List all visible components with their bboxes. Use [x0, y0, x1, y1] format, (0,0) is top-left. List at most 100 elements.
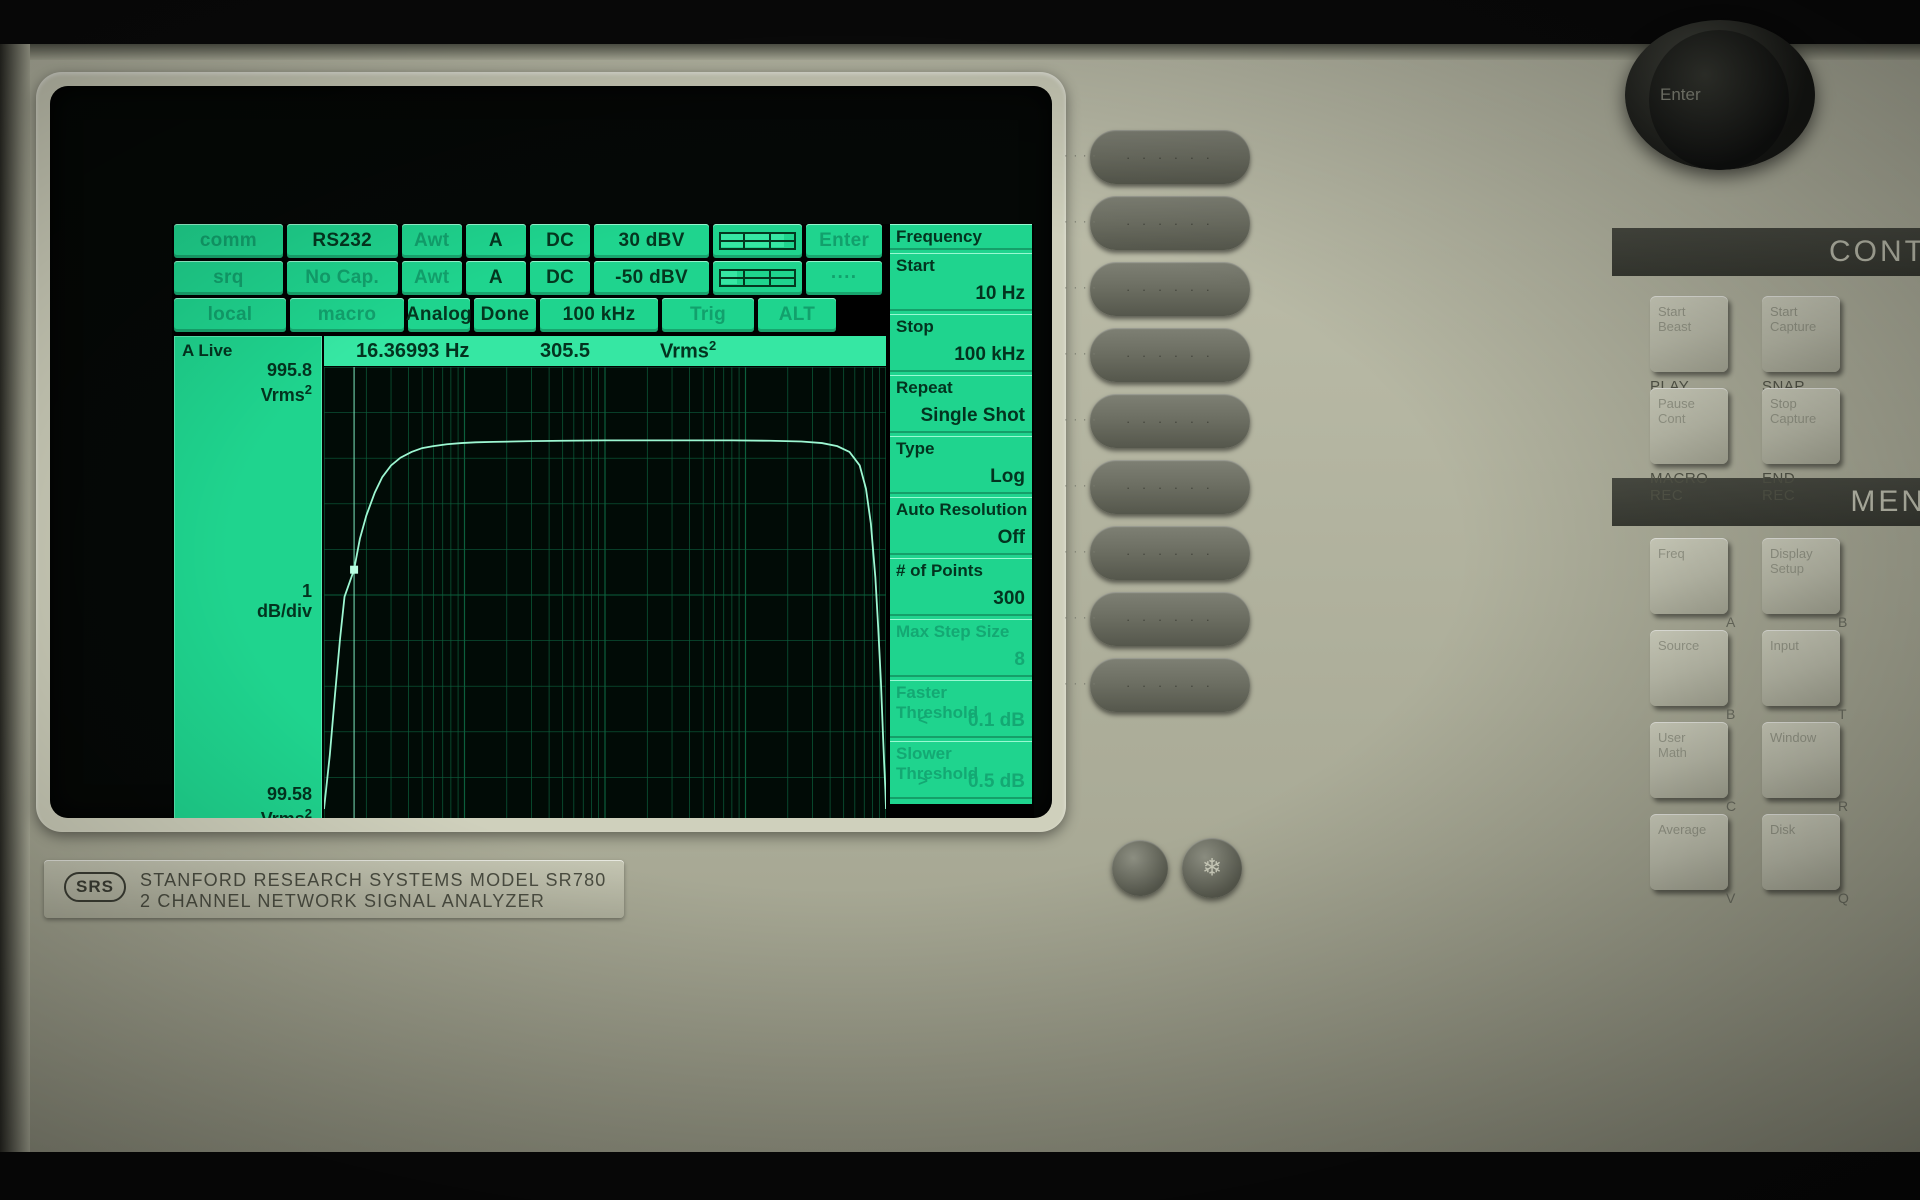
hardware-key-sublabel: MACRO REC — [1650, 470, 1709, 504]
y-axis-top-value: 995.8 Vrms2 — [260, 360, 312, 405]
menu-item-value: 0.5 dB — [967, 771, 1025, 792]
softkey-button-6[interactable]: · · · · · · — [1090, 460, 1250, 514]
hardware-key-stop-capture[interactable]: Stop Capture — [1762, 388, 1840, 464]
hardware-key-line-1: Window — [1770, 730, 1817, 745]
top-button-[interactable]: ···· — [806, 261, 883, 295]
hardware-key-corner-mark: B — [1838, 614, 1848, 630]
top-button-label: 100 kHz — [562, 304, 636, 325]
top-button-label: ···· — [830, 267, 858, 288]
top-button-macro[interactable]: macro — [290, 298, 404, 332]
top-button-enter[interactable]: Enter — [806, 224, 883, 258]
menu-item-comparator: < — [918, 710, 928, 729]
softkey-dots-icon: · · · · · · — [1125, 413, 1215, 429]
crt-glass: comm RS232 Awt A DC 30 dBV Enter srq No Cap. Awt… — [50, 86, 1052, 818]
hardware-key-line-2: Math — [1658, 745, 1687, 760]
top-button-50-dbv[interactable]: -50 dBV — [594, 261, 709, 295]
trace-label: A Live — [182, 341, 233, 360]
top-row-2: srq No Cap. Awt A DC -50 dBV ···· — [174, 261, 886, 295]
softkey-button-3[interactable]: · · · · · · — [1090, 262, 1250, 316]
meter-graphic — [713, 267, 802, 289]
hardware-key-disk[interactable]: Disk — [1762, 814, 1840, 890]
hardware-key-corner-mark: R — [1838, 798, 1849, 814]
display-screen[interactable]: comm RS232 Awt A DC 30 dBV Enter srq No Cap. Awt… — [172, 224, 1034, 818]
softkey-dots-icon: · · · · · · — [1125, 611, 1215, 627]
top-button-label: Awt — [413, 230, 450, 251]
menu-item-label: Start — [896, 256, 935, 275]
hardware-key-average[interactable]: Average — [1650, 814, 1728, 890]
menu-item-value: Log — [990, 466, 1025, 487]
softkey-dot-marks-icon: · · · · — [1064, 676, 1097, 690]
menu-title: Frequency — [890, 224, 1032, 250]
softkey-dots-icon: · · · · · · — [1125, 149, 1215, 165]
top-button-srq[interactable]: srq — [174, 261, 283, 295]
hardware-key-window[interactable]: Window — [1762, 722, 1840, 798]
nameplate-line-2: 2 CHANNEL NETWORK SIGNAL ANALYZER — [140, 891, 546, 911]
top-button-30-dbv[interactable]: 30 dBV — [594, 224, 709, 258]
top-button-label: DC — [546, 267, 575, 288]
top-button-a[interactable]: A — [465, 224, 527, 258]
instrument-front-panel: comm RS232 Awt A DC 30 dBV Enter srq No Cap. Awt… — [0, 0, 1920, 1200]
softkey-button-7[interactable]: · · · · · · — [1090, 526, 1250, 580]
menu-item-type[interactable]: Type Log — [890, 436, 1032, 494]
menu-item-value: 100 kHz — [954, 344, 1025, 365]
top-button-comm[interactable]: comm — [174, 224, 283, 258]
y-axis-bottom-value: 99.58 Vrms2 — [261, 784, 312, 818]
softkey-button-1[interactable]: · · · · · · — [1090, 130, 1250, 184]
hardware-key-display-setup[interactable]: Display Setup — [1762, 538, 1840, 614]
top-button-analog[interactable]: Analog — [406, 298, 472, 332]
marker-readout-bar: 16.36993 Hz 305.5 Vrms2 — [324, 336, 886, 366]
top-button-done[interactable]: Done — [474, 298, 536, 332]
top-button-label: A — [488, 267, 503, 288]
menu-item-start[interactable]: Start 10 Hz — [890, 253, 1032, 311]
top-button-rs232[interactable]: RS232 — [286, 224, 398, 258]
top-button-awt[interactable]: Awt — [401, 224, 462, 258]
hardware-key-line-2: Setup — [1770, 561, 1804, 576]
top-button-label: comm — [199, 230, 257, 251]
top-button-no-cap[interactable]: No Cap. — [286, 261, 398, 295]
hardware-key-source[interactable]: Source — [1650, 630, 1728, 706]
power-button[interactable] — [1112, 840, 1168, 896]
hardware-key-start-capture[interactable]: Start Capture — [1762, 296, 1840, 372]
top-button-100-khz[interactable]: 100 kHz — [540, 298, 658, 332]
input-meter-ch2-icon[interactable] — [712, 261, 803, 295]
softkey-dots-icon: · · · · · · — [1125, 545, 1215, 561]
hardware-key-input[interactable]: Input — [1762, 630, 1840, 706]
menu-item-repeat[interactable]: Repeat Single Shot — [890, 375, 1032, 433]
hardware-key-user-math[interactable]: User Math — [1650, 722, 1728, 798]
hardware-key-freq[interactable]: Freq — [1650, 538, 1728, 614]
hardware-key-pause-cont[interactable]: Pause Cont — [1650, 388, 1728, 464]
hardware-key-corner-mark: V — [1726, 890, 1736, 906]
top-button-a[interactable]: A — [465, 261, 527, 295]
top-button-dc[interactable]: DC — [530, 224, 591, 258]
snowflake-icon: ❄ — [1201, 854, 1223, 882]
top-button-awt[interactable]: Awt — [401, 261, 462, 295]
softkey-button-5[interactable]: · · · · · · — [1090, 394, 1250, 448]
entry-knob[interactable] — [1625, 20, 1815, 170]
menu-item-auto-resolution[interactable]: Auto Resolution Off — [890, 497, 1032, 555]
menu-item-stop[interactable]: Stop 100 kHz — [890, 314, 1032, 372]
hardware-key-corner-mark: T — [1838, 706, 1847, 722]
top-button-local[interactable]: local — [174, 298, 286, 332]
softkey-button-8[interactable]: · · · · · · — [1090, 592, 1250, 646]
menu-item-of-points[interactable]: # of Points 300 — [890, 558, 1032, 616]
nameplate: SRS STANFORD RESEARCH SYSTEMS MODEL SR78… — [44, 860, 624, 918]
top-button-dc[interactable]: DC — [530, 261, 591, 295]
top-button-label: Trig — [689, 304, 727, 325]
hardware-key-start-beast[interactable]: Start Beast — [1650, 296, 1728, 372]
top-button-alt[interactable]: ALT — [758, 298, 836, 332]
hardware-key-line-2: Capture — [1770, 319, 1817, 334]
hardware-key-corner-mark: Q — [1838, 890, 1849, 906]
brightness-button[interactable]: ❄ — [1182, 838, 1242, 898]
top-button-label: RS232 — [312, 230, 372, 251]
menu-item-value: 10 Hz — [975, 283, 1025, 304]
spectrum-plot[interactable] — [324, 367, 886, 818]
softkey-button-4[interactable]: · · · · · · — [1090, 328, 1250, 382]
top-button-label: ALT — [778, 304, 816, 325]
input-meter-ch1-icon[interactable] — [712, 224, 803, 258]
top-button-trig[interactable]: Trig — [662, 298, 754, 332]
menu-item-label: Stop — [896, 317, 934, 336]
softkey-button-2[interactable]: · · · · · · — [1090, 196, 1250, 250]
top-row-3: local macro Analog Done 100 kHz Trig ALT — [174, 298, 886, 332]
softkey-button-9[interactable]: · · · · · · — [1090, 658, 1250, 712]
softkey-dot-marks-icon: · · · · — [1064, 544, 1097, 558]
